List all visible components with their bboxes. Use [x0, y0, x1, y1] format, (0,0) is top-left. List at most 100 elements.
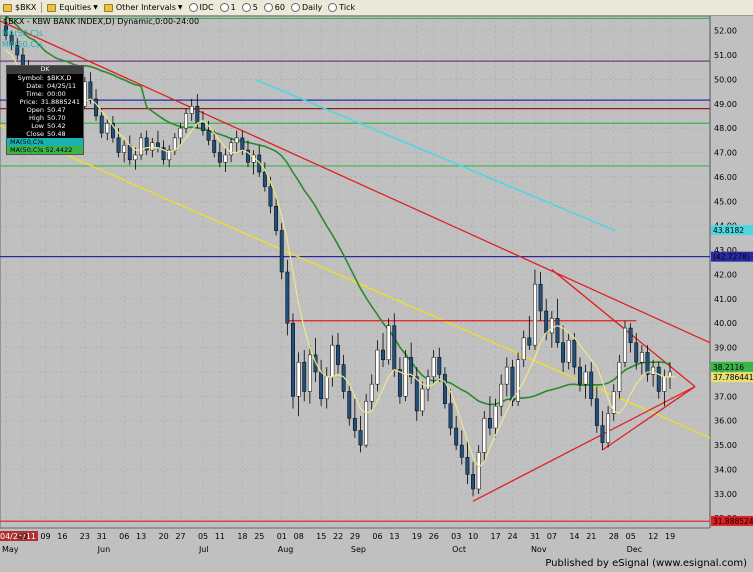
candle-body — [330, 344, 335, 378]
x-tick-label: 10 — [468, 532, 478, 541]
candle-body — [184, 113, 189, 129]
x-tick-label: 29 — [350, 532, 360, 541]
candle-body — [206, 130, 211, 141]
info-row: Low 50.42 — [7, 122, 83, 130]
interval-tick-button[interactable]: Tick — [325, 1, 358, 14]
x-tick-label: 24 — [507, 532, 517, 541]
candle-body — [549, 318, 554, 334]
x-tick-label: 25 — [254, 532, 264, 541]
candle-body — [583, 371, 588, 385]
candle-body — [527, 337, 532, 346]
cursor-info-box: DK Symbol: $BKX,D Date: 04/25/11 Time: 00:00 P… — [6, 65, 84, 155]
y-tick-label: 52.00 — [714, 27, 737, 36]
x-tick-label: 13 — [389, 532, 399, 541]
candle-body — [381, 349, 385, 361]
candle-body — [600, 425, 605, 443]
candle-body — [465, 457, 470, 475]
footer-credit: Published by eSignal (www.esignal.com) — [545, 558, 747, 569]
candle-body — [302, 361, 307, 392]
x-tick-label: 31 — [97, 532, 107, 541]
info-row-value: 50.70 — [47, 114, 66, 122]
info-row: Time: 00:00 — [7, 90, 83, 98]
candle-body — [352, 418, 357, 431]
info-row-value: 50.42 — [47, 122, 66, 130]
candle-body — [487, 418, 492, 429]
interval-daily-button[interactable]: Daily — [288, 1, 325, 14]
candle-body — [499, 383, 504, 407]
candle-body — [639, 352, 644, 363]
y-tick-label: 49.00 — [714, 100, 737, 109]
candle-body — [127, 144, 132, 161]
candle-body — [628, 327, 633, 343]
folder-icon — [47, 3, 57, 12]
chart-area[interactable]: 52.00 51.00 50.00 49.00 48.00 47.00 46.00 45.00… — [0, 15, 753, 556]
toolbar-divider — [41, 2, 43, 13]
candle-body — [217, 152, 222, 163]
y-tick-label: 51.00 — [714, 51, 737, 60]
x-tick-label: 06 — [119, 532, 129, 541]
interval-5-button[interactable]: 5 — [239, 1, 261, 14]
candle-body — [594, 398, 599, 426]
interval-60-button[interactable]: 60 — [261, 1, 288, 14]
y-tick-label: 33.00 — [714, 490, 737, 499]
price-tag-label: (42.7278) — [713, 253, 750, 262]
candle-body — [291, 322, 295, 397]
candle-body — [178, 127, 183, 139]
candle-body — [234, 137, 239, 144]
candle-body — [324, 376, 329, 400]
info-row-label: High — [29, 114, 44, 122]
info-row-value: 04/25/11 — [47, 82, 77, 90]
symbol-button[interactable]: $BKX — [0, 1, 39, 14]
info-row-label: Low — [31, 122, 44, 130]
x-tick-label: 22 — [333, 532, 343, 541]
candle-body — [561, 342, 566, 363]
candle-body — [516, 359, 521, 402]
month-label: Sep — [351, 545, 366, 554]
candle-body — [533, 283, 537, 346]
x-tick-label: 31 — [530, 532, 540, 541]
candle-body — [623, 327, 627, 363]
idc-button[interactable]: IDC — [186, 1, 217, 14]
month-label: May — [2, 545, 19, 554]
candle-body — [504, 366, 509, 385]
x-tick-label: 01 — [277, 532, 287, 541]
candle-body — [589, 371, 594, 400]
candle-body — [544, 310, 549, 334]
month-label: Dec — [627, 545, 642, 554]
info-row-value: 00:00 — [47, 90, 66, 98]
candle-body — [347, 391, 352, 419]
x-tick-label: 19 — [412, 532, 422, 541]
x-tick-label: 27 — [175, 532, 185, 541]
y-axis-panel — [710, 16, 753, 556]
candle-body — [510, 366, 515, 402]
other-intervals-menu[interactable]: Other Intervals ▼ — [101, 1, 186, 14]
x-tick-label: 05 — [198, 532, 208, 541]
price-tag-label: 31.888524 — [713, 517, 753, 526]
candle-body — [645, 352, 650, 375]
candle-body — [223, 154, 228, 163]
x-tick-label: 21 — [586, 532, 596, 541]
y-tick-label: 35.00 — [714, 441, 737, 450]
candle-body — [493, 405, 498, 429]
candle-body — [431, 357, 436, 378]
radio-icon — [328, 3, 338, 12]
equities-menu[interactable]: Equities ▼ — [44, 1, 101, 14]
x-tick-label: 17 — [491, 532, 501, 541]
candle-body — [656, 366, 661, 392]
candle-body — [155, 142, 160, 148]
x-tick-label: 20 — [159, 532, 169, 541]
candle-body — [336, 344, 340, 365]
candle-body — [201, 123, 205, 131]
candle-body — [262, 171, 267, 187]
x-tick-label: 06 — [372, 532, 382, 541]
y-tick-label: 34.00 — [714, 465, 737, 474]
candle-body — [476, 452, 481, 490]
info-row-label: Price: — [19, 98, 38, 106]
price-chart[interactable]: 52.00 51.00 50.00 49.00 48.00 47.00 46.00 45.00… — [0, 15, 753, 556]
info-row-value: $BKX,D — [47, 74, 72, 82]
chart-title: $BKX - KBW BANK INDEX,D) Dynamic,0:00-24… — [3, 17, 199, 26]
x-tick-label: 12 — [648, 532, 658, 541]
candle-body — [448, 403, 453, 429]
interval-1-button[interactable]: 1 — [217, 1, 239, 14]
x-tick-label: 09 — [40, 532, 50, 541]
